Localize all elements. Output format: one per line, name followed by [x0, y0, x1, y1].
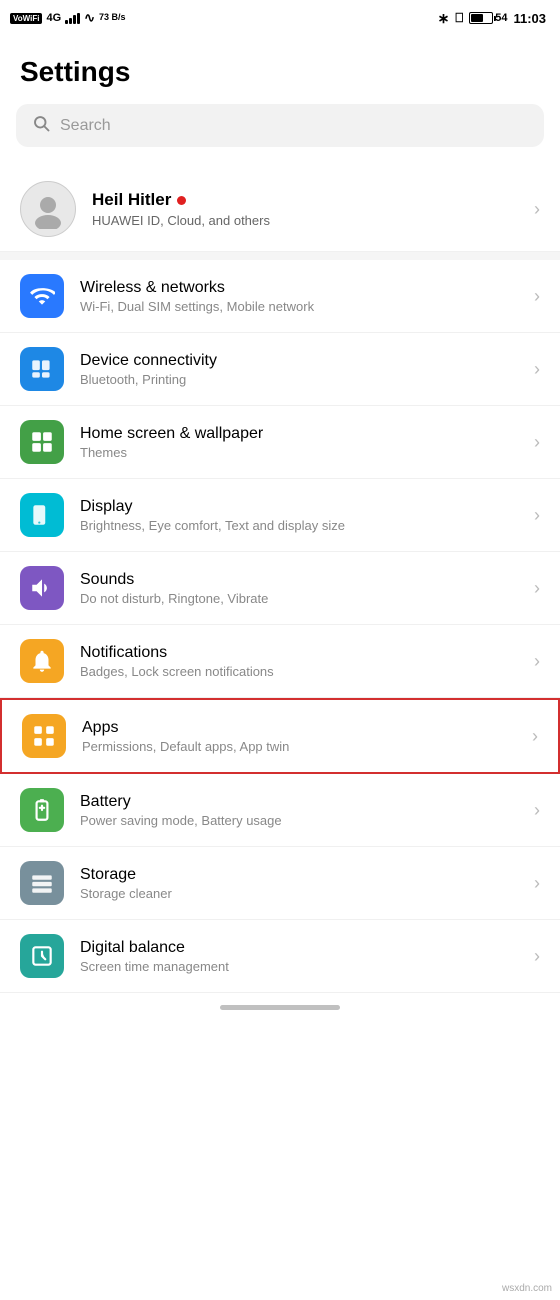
section-divider — [0, 252, 560, 260]
wifi-icon: ∿ — [84, 10, 95, 26]
settings-item-storage[interactable]: Storage Storage cleaner › — [0, 847, 560, 920]
notifications-content: Notifications Badges, Lock screen notifi… — [80, 644, 534, 679]
notifications-subtitle: Badges, Lock screen notifications — [80, 664, 534, 679]
page-title: Settings — [0, 36, 560, 104]
apps-icon — [22, 714, 66, 758]
signal-bars — [65, 12, 80, 24]
sounds-icon — [20, 566, 64, 610]
display-subtitle: Brightness, Eye comfort, Text and displa… — [80, 518, 534, 533]
status-bar: VoWiFi 4G ∿ 73 B/s ∗ ⎕ 54 11:03 — [0, 0, 560, 36]
apps-content: Apps Permissions, Default apps, App twin — [82, 719, 532, 754]
apps-chevron-icon: › — [532, 726, 538, 747]
battery-indicator: 54 — [469, 12, 507, 24]
status-right: ∗ ⎕ 54 11:03 — [438, 10, 546, 27]
bluetooth-icon: ∗ — [438, 10, 450, 27]
display-content: Display Brightness, Eye comfort, Text an… — [80, 498, 534, 533]
settings-item-battery[interactable]: Battery Power saving mode, Battery usage… — [0, 774, 560, 847]
digitalbalance-chevron-icon: › — [534, 946, 540, 967]
settings-item-sounds[interactable]: Sounds Do not disturb, Ringtone, Vibrate… — [0, 552, 560, 625]
notifications-title: Notifications — [80, 644, 534, 662]
online-indicator — [177, 196, 186, 205]
connectivity-icon — [20, 347, 64, 391]
battery-level: 54 — [495, 12, 507, 24]
search-placeholder: Search — [60, 117, 111, 135]
settings-item-display[interactable]: Display Brightness, Eye comfort, Text an… — [0, 479, 560, 552]
homescreen-chevron-icon: › — [534, 432, 540, 453]
settings-item-homescreen[interactable]: Home screen & wallpaper Themes › — [0, 406, 560, 479]
profile-section[interactable]: Heil Hitler HUAWEI ID, Cloud, and others… — [0, 167, 560, 252]
homescreen-title: Home screen & wallpaper — [80, 425, 534, 443]
vibrate-icon: ⎕ — [455, 10, 463, 26]
profile-subtitle: HUAWEI ID, Cloud, and others — [92, 213, 534, 228]
network-speed: 73 B/s — [99, 13, 126, 23]
battery-title: Battery — [80, 793, 534, 811]
homescreen-content: Home screen & wallpaper Themes — [80, 425, 534, 460]
settings-item-notifications[interactable]: Notifications Badges, Lock screen notifi… — [0, 625, 560, 698]
battery-settings-icon — [20, 788, 64, 832]
digitalbalance-content: Digital balance Screen time management — [80, 939, 534, 974]
search-bar[interactable]: Search — [16, 104, 544, 147]
vowifi-indicator: VoWiFi — [10, 13, 42, 24]
storage-title: Storage — [80, 866, 534, 884]
home-indicator — [0, 993, 560, 1018]
apps-title: Apps — [82, 719, 532, 737]
apps-subtitle: Permissions, Default apps, App twin — [82, 739, 532, 754]
storage-subtitle: Storage cleaner — [80, 886, 534, 901]
settings-item-connectivity[interactable]: Device connectivity Bluetooth, Printing … — [0, 333, 560, 406]
battery-icon — [469, 12, 493, 24]
homescreen-subtitle: Themes — [80, 445, 534, 460]
profile-name: Heil Hitler — [92, 190, 534, 210]
settings-item-digitalbalance[interactable]: Digital balance Screen time management › — [0, 920, 560, 993]
digitalbalance-subtitle: Screen time management — [80, 959, 534, 974]
digitalbalance-icon — [20, 934, 64, 978]
status-left: VoWiFi 4G ∿ 73 B/s — [10, 10, 126, 26]
battery-subtitle: Power saving mode, Battery usage — [80, 813, 534, 828]
display-chevron-icon: › — [534, 505, 540, 526]
connectivity-chevron-icon: › — [534, 359, 540, 380]
digitalbalance-title: Digital balance — [80, 939, 534, 957]
settings-list: Wireless & networks Wi-Fi, Dual SIM sett… — [0, 260, 560, 993]
battery-content: Battery Power saving mode, Battery usage — [80, 793, 534, 828]
sounds-content: Sounds Do not disturb, Ringtone, Vibrate — [80, 571, 534, 606]
wireless-icon — [20, 274, 64, 318]
wireless-content: Wireless & networks Wi-Fi, Dual SIM sett… — [80, 279, 534, 314]
network-type: 4G — [46, 12, 61, 24]
homescreen-icon — [20, 420, 64, 464]
settings-item-wireless[interactable]: Wireless & networks Wi-Fi, Dual SIM sett… — [0, 260, 560, 333]
connectivity-content: Device connectivity Bluetooth, Printing — [80, 352, 534, 387]
display-icon — [20, 493, 64, 537]
profile-info: Heil Hitler HUAWEI ID, Cloud, and others — [92, 190, 534, 228]
storage-chevron-icon: › — [534, 873, 540, 894]
storage-content: Storage Storage cleaner — [80, 866, 534, 901]
connectivity-subtitle: Bluetooth, Printing — [80, 372, 534, 387]
search-icon — [32, 114, 50, 137]
sounds-chevron-icon: › — [534, 578, 540, 599]
wireless-title: Wireless & networks — [80, 279, 534, 297]
home-pill — [220, 1005, 340, 1010]
display-title: Display — [80, 498, 534, 516]
sounds-title: Sounds — [80, 571, 534, 589]
wireless-chevron-icon: › — [534, 286, 540, 307]
notifications-chevron-icon: › — [534, 651, 540, 672]
notifications-icon — [20, 639, 64, 683]
clock: 11:03 — [513, 11, 546, 26]
watermark: wsxdn.com — [502, 1283, 552, 1294]
settings-item-apps[interactable]: Apps Permissions, Default apps, App twin… — [0, 698, 560, 774]
profile-chevron-icon: › — [534, 199, 540, 220]
sounds-subtitle: Do not disturb, Ringtone, Vibrate — [80, 591, 534, 606]
connectivity-title: Device connectivity — [80, 352, 534, 370]
wireless-subtitle: Wi-Fi, Dual SIM settings, Mobile network — [80, 299, 534, 314]
battery-chevron-icon: › — [534, 800, 540, 821]
avatar — [20, 181, 76, 237]
storage-icon — [20, 861, 64, 905]
